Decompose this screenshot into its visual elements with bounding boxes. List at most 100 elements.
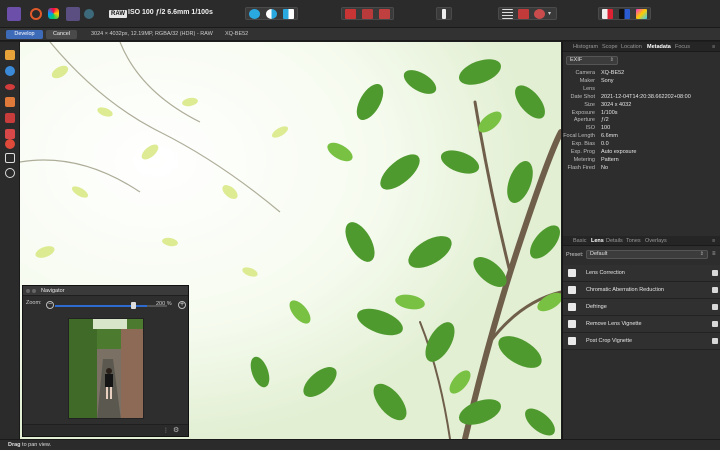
thumbnail-photo	[69, 319, 143, 418]
adjustment-checkbox[interactable]	[568, 303, 576, 311]
blemish-tool-icon[interactable]	[5, 97, 15, 107]
develop-panel: Basic Lens Details Tones Overlays ≡ Pres…	[563, 236, 720, 439]
hand-tool-icon[interactable]	[5, 50, 15, 60]
metadata-key: Exp. Prog	[570, 149, 595, 155]
navigator-options-icon[interactable]: ⋮	[163, 427, 169, 434]
lens-adjustment-row[interactable]: Lens Correction	[563, 265, 720, 282]
lens-adjustment-row[interactable]: Defringe	[563, 299, 720, 316]
metadata-row: Exp. Prog Auto exposure	[563, 149, 720, 157]
metadata-row: Size 3024 x 4032	[563, 102, 720, 110]
tab-histogram[interactable]: Histogram	[573, 44, 598, 50]
exif-select[interactable]: EXIF ⇕	[566, 56, 618, 65]
clipped-shadows-button[interactable]	[362, 9, 373, 19]
tab-tones[interactable]: Tones	[626, 238, 641, 244]
cancel-button[interactable]: Cancel	[46, 30, 77, 39]
tab-details[interactable]: Details	[606, 238, 623, 244]
metadata-row: ISO 100	[563, 125, 720, 133]
shot-info: ISO 100 ƒ/2 6.6mm 1/100s	[128, 9, 213, 16]
zoom-slider-handle[interactable]	[131, 302, 136, 309]
zoom-tool-icon[interactable]	[5, 66, 15, 76]
tone-mapping-persona-icon[interactable]	[66, 7, 80, 21]
lens-adjustment-row[interactable]: Post Crop Vignette	[563, 333, 720, 350]
split-view-button[interactable]	[266, 9, 277, 19]
gear-icon[interactable]: ⚙	[173, 426, 179, 434]
status-rest: to pan view.	[20, 442, 52, 448]
lens-adjustment-row[interactable]: Chromatic Aberration Reduction	[563, 282, 720, 299]
metadata-value: Sony	[601, 77, 614, 84]
zoom-in-icon[interactable]: +	[178, 301, 186, 309]
grid-icon[interactable]	[502, 9, 513, 19]
reset-icon[interactable]	[712, 304, 718, 310]
metadata-value: 100	[601, 125, 611, 132]
brush-icon[interactable]	[534, 9, 545, 19]
raw-badge: RAW	[109, 10, 127, 18]
clipped-tones-button[interactable]	[379, 9, 390, 19]
tab-metadata[interactable]: Metadata	[647, 44, 671, 50]
export-persona-icon[interactable]	[84, 9, 94, 19]
metadata-value: Auto exposure	[601, 149, 637, 155]
metadata-key: Lens	[583, 85, 595, 92]
develop-button[interactable]: Develop	[6, 30, 43, 39]
adjustment-label: Post Crop Vignette	[586, 338, 633, 344]
metadata-key: ISO	[585, 125, 595, 132]
panel-menu-icon[interactable]: ≡	[712, 44, 715, 50]
chevron-down-icon[interactable]: ▾	[548, 9, 554, 19]
navigator-title-bar[interactable]: Navigator	[23, 286, 188, 296]
adjustment-checkbox[interactable]	[568, 269, 576, 277]
metadata-key: Exp. Bias	[571, 141, 595, 148]
crop-tool-icon[interactable]	[5, 153, 15, 163]
preset-menu-icon[interactable]: ≡	[712, 251, 716, 257]
gamut-icon[interactable]	[636, 9, 647, 19]
studio-tabs: Histogram Scope Location Metadata Focus …	[563, 42, 720, 52]
reset-icon[interactable]	[712, 338, 718, 344]
overlay-paint-tool-icon[interactable]	[5, 113, 15, 123]
tab-overlays[interactable]: Overlays	[645, 238, 667, 244]
red-eye-tool-icon[interactable]	[5, 84, 15, 90]
reset-icon[interactable]	[712, 321, 718, 327]
info-icon[interactable]	[442, 9, 446, 19]
mask-icon[interactable]	[518, 9, 529, 19]
preset-select[interactable]: Default ⇕	[586, 250, 708, 259]
white-balance-tool-icon[interactable]	[5, 168, 15, 178]
metadata-value: ƒ/2	[601, 117, 609, 124]
metadata-row: Flash Fired No	[563, 165, 720, 173]
panel-menu-icon[interactable]: ≡	[712, 238, 715, 244]
overlay-erase-tool-icon[interactable]	[5, 129, 15, 139]
close-icon[interactable]	[26, 289, 30, 293]
reset-icon[interactable]	[712, 287, 718, 293]
affinity-app-icon[interactable]	[7, 7, 21, 21]
tab-lens[interactable]: Lens	[591, 238, 604, 244]
metadata-row: Aperture ƒ/2	[563, 117, 720, 125]
clipped-highlights-button[interactable]	[345, 9, 356, 19]
adjustment-checkbox[interactable]	[568, 286, 576, 294]
gradient-tool-icon[interactable]	[5, 139, 15, 149]
tab-basic[interactable]: Basic	[573, 238, 586, 244]
collapse-icon[interactable]	[32, 289, 36, 293]
right-panel: Histogram Scope Location Metadata Focus …	[562, 42, 720, 439]
navigator-thumbnail[interactable]	[68, 318, 144, 419]
color-group	[598, 7, 651, 20]
soft-proof-icon[interactable]	[602, 9, 613, 19]
single-view-button[interactable]	[249, 9, 260, 19]
tab-location[interactable]: Location	[621, 44, 642, 50]
camera-label: XQ-BE52	[225, 31, 249, 37]
mirror-view-button[interactable]	[283, 9, 294, 19]
navigator-title: Navigator	[41, 288, 65, 294]
adjustment-checkbox[interactable]	[568, 320, 576, 328]
reset-icon[interactable]	[712, 270, 718, 276]
develop-persona-icon[interactable]	[48, 8, 59, 19]
metadata-row: Lens	[563, 86, 720, 94]
tab-scope[interactable]: Scope	[602, 44, 618, 50]
liquify-persona-icon[interactable]	[30, 8, 42, 20]
lens-adjustment-row[interactable]: Remove Lens Vignette	[563, 316, 720, 333]
metadata-key: Size	[584, 101, 595, 108]
adjustment-checkbox[interactable]	[568, 337, 576, 345]
tab-focus[interactable]: Focus	[675, 44, 690, 50]
adjustment-label: Defringe	[586, 304, 607, 310]
adjustment-label: Remove Lens Vignette	[586, 321, 642, 327]
adjustment-label: Lens Correction	[586, 270, 625, 276]
zoom-out-icon[interactable]: −	[46, 301, 54, 309]
metadata-row: Maker Sony	[563, 78, 720, 86]
metadata-value: 1/100s	[601, 109, 618, 116]
color-space-icon[interactable]	[619, 9, 630, 19]
